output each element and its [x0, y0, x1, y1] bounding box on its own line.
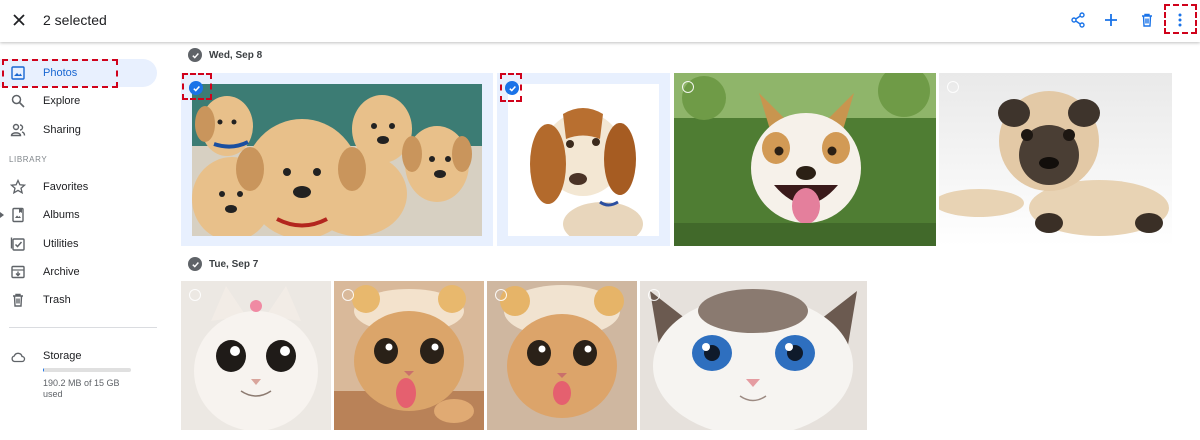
album-icon — [12, 207, 24, 223]
selection-count: 2 selected — [43, 12, 107, 28]
sidebar: Photos Explore Sharing LIBRARY Favorites… — [0, 42, 170, 440]
select-circle-icon[interactable] — [947, 81, 959, 93]
photo-tile[interactable] — [497, 73, 670, 246]
storage-label[interactable]: Storage — [43, 350, 82, 362]
photo-tile[interactable] — [334, 281, 484, 430]
selected-check-icon[interactable] — [505, 81, 519, 95]
share-button[interactable] — [1067, 9, 1089, 31]
smiling-dog-photo — [674, 73, 936, 246]
cloud-icon — [11, 352, 26, 363]
sidebar-item-archive[interactable]: Archive — [0, 258, 157, 286]
people-icon — [10, 123, 26, 137]
orange-cat-tongue-photo — [334, 281, 484, 430]
orange-cat-hat-photo — [487, 281, 637, 430]
group-select-check-icon[interactable] — [188, 48, 202, 62]
trash-icon — [1142, 13, 1152, 27]
sidebar-item-label: Archive — [43, 266, 80, 278]
selected-check-icon[interactable] — [189, 81, 203, 95]
star-icon — [10, 179, 26, 195]
sidebar-item-label: Photos — [43, 67, 78, 79]
selection-toolbar: 2 selected — [0, 0, 1200, 42]
date-label: Wed, Sep 8 — [209, 49, 263, 61]
date-group-header[interactable]: Wed, Sep 8 — [188, 48, 262, 62]
blue-eyed-cat-photo — [640, 281, 867, 430]
photo-tile[interactable] — [640, 281, 867, 430]
sidebar-item-label: Sharing — [43, 124, 81, 136]
delete-button[interactable] — [1136, 9, 1158, 31]
more-options-button[interactable] — [1169, 9, 1191, 31]
photo-tile[interactable] — [674, 73, 936, 246]
share-icon — [1071, 12, 1085, 28]
sidebar-item-favorites[interactable]: Favorites — [0, 173, 157, 201]
sidebar-item-trash[interactable]: Trash — [0, 286, 157, 314]
storage-usage-text: 190.2 MB of 15 GB used — [43, 378, 120, 399]
photo-tile[interactable] — [939, 73, 1172, 246]
library-section-label: LIBRARY — [9, 155, 48, 164]
sidebar-item-label: Trash — [43, 294, 71, 306]
storage-usage-bar — [43, 368, 131, 372]
add-to-button[interactable] — [1100, 9, 1122, 31]
close-icon — [13, 14, 25, 26]
photo-icon — [11, 66, 25, 80]
sidebar-item-label: Utilities — [43, 238, 79, 250]
white-cat-photo — [181, 281, 331, 430]
add-icon — [1105, 14, 1117, 26]
archive-icon — [11, 265, 25, 279]
sidebar-item-utilities[interactable]: Utilities — [0, 230, 157, 258]
photo-tile[interactable] — [181, 73, 493, 246]
sidebar-item-albums[interactable]: Albums — [0, 201, 157, 229]
photo-tile[interactable] — [487, 281, 637, 430]
select-circle-icon[interactable] — [495, 289, 507, 301]
close-selection-button[interactable] — [8, 9, 30, 31]
select-circle-icon[interactable] — [189, 289, 201, 301]
sidebar-item-label: Explore — [43, 95, 81, 107]
date-label: Tue, Sep 7 — [209, 258, 259, 270]
select-circle-icon[interactable] — [648, 289, 660, 301]
date-group-header[interactable]: Tue, Sep 7 — [188, 257, 258, 271]
more-vert-icon — [1178, 13, 1182, 27]
sidebar-divider — [9, 327, 157, 328]
sidebar-item-label: Favorites — [43, 181, 89, 193]
trash-icon — [13, 293, 23, 307]
sidebar-item-sharing[interactable]: Sharing — [0, 116, 157, 144]
sidebar-item-label: Albums — [43, 209, 80, 221]
utilities-icon — [10, 237, 25, 251]
puppies-photo — [192, 84, 482, 236]
select-circle-icon[interactable] — [342, 289, 354, 301]
group-select-check-icon[interactable] — [188, 257, 202, 271]
pug-photo — [939, 73, 1172, 246]
sidebar-item-explore[interactable]: Explore — [0, 87, 157, 115]
search-icon — [11, 94, 25, 108]
beagle-photo — [508, 84, 659, 236]
storage-usage-fill — [43, 368, 45, 372]
sidebar-item-photos[interactable]: Photos — [0, 59, 157, 87]
photo-tile[interactable] — [181, 281, 331, 430]
select-circle-icon[interactable] — [682, 81, 694, 93]
